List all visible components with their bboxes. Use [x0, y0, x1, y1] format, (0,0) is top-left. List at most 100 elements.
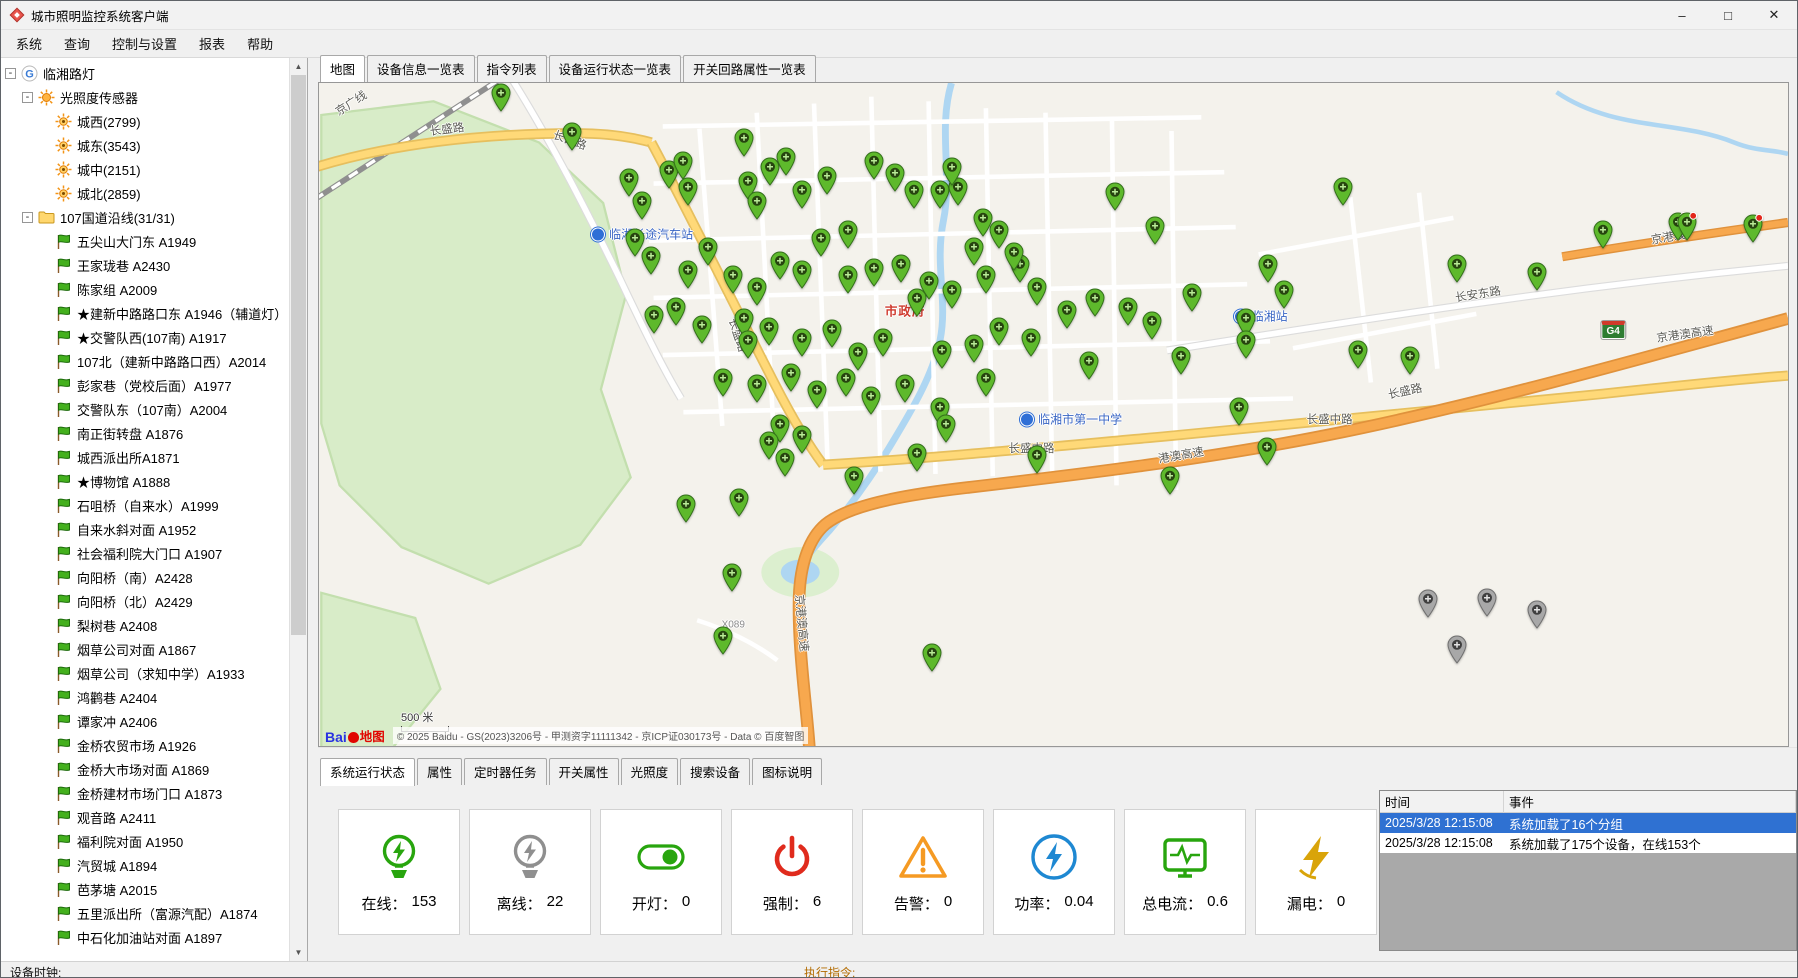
tree-item[interactable]: 烟草公司（求知中学）A1933 — [1, 661, 289, 685]
tree-item[interactable]: 谭家冲 A2406 — [1, 709, 289, 733]
bottom-tab[interactable]: 开关属性 — [549, 758, 619, 785]
tree-item[interactable]: 五里派出所（富源汽配）A1874 — [1, 901, 289, 925]
log-column-header[interactable]: 时间 — [1380, 790, 1504, 813]
map-pin-offline-icon[interactable] — [1418, 589, 1438, 618]
tree-item[interactable]: 城中(2151) — [1, 157, 289, 181]
map-pin-online-icon[interactable] — [747, 277, 767, 306]
tree-item[interactable]: 向阳桥（北）A2429 — [1, 589, 289, 613]
map-pin-online-icon[interactable] — [1274, 280, 1294, 309]
map-pin-online-icon[interactable] — [942, 280, 962, 309]
map-pin-online-icon[interactable] — [864, 151, 884, 180]
bottom-tab[interactable]: 定时器任务 — [464, 758, 547, 785]
map-pin-online-icon[interactable] — [713, 368, 733, 397]
map-pin-online-icon[interactable] — [807, 380, 827, 409]
map-pin-online-icon[interactable] — [1027, 277, 1047, 306]
status-card[interactable]: 离线：22 — [469, 809, 591, 935]
menu-item[interactable]: 控制与设置 — [101, 30, 188, 57]
map-pin-online-icon[interactable] — [632, 191, 652, 220]
map-tab[interactable]: 指令列表 — [477, 55, 547, 82]
map-pin-online-icon[interactable] — [1257, 437, 1277, 466]
map-pin-online-icon[interactable] — [692, 315, 712, 344]
tree-expander-icon[interactable]: - — [5, 68, 16, 79]
tree-item[interactable]: 金桥大市场对面 A1869 — [1, 757, 289, 781]
status-card[interactable]: 漏电：0 — [1255, 809, 1377, 935]
map-pin-online-icon[interactable] — [678, 177, 698, 206]
map-pin-online-icon[interactable] — [1400, 346, 1420, 375]
map-pin-online-icon[interactable] — [976, 368, 996, 397]
map-pin-online-icon[interactable] — [838, 220, 858, 249]
map-pin-online-icon[interactable] — [673, 151, 693, 180]
tree-item[interactable]: 中石化加油站对面 A1897 — [1, 925, 289, 949]
map-pin-online-icon[interactable] — [838, 265, 858, 294]
map-pin-online-icon[interactable] — [1105, 182, 1125, 211]
map-pin-online-icon[interactable] — [932, 340, 952, 369]
tree-item[interactable]: ★交警队西(107南) A1917 — [1, 325, 289, 349]
map-pin-online-icon[interactable] — [964, 334, 984, 363]
map-pin-online-icon[interactable] — [641, 246, 661, 275]
status-card[interactable]: 总电流：0.6 — [1124, 809, 1246, 935]
scroll-thumb[interactable] — [291, 75, 306, 635]
map-tab[interactable]: 设备运行状态一览表 — [549, 55, 682, 82]
status-card[interactable]: 在线：153 — [338, 809, 460, 935]
tree-item[interactable]: 石咀桥（自来水）A1999 — [1, 493, 289, 517]
map-pin-online-icon[interactable] — [723, 265, 743, 294]
close-button[interactable]: ✕ — [1751, 1, 1797, 29]
tree-item[interactable]: 城东(3543) — [1, 133, 289, 157]
minimize-button[interactable]: – — [1659, 1, 1705, 29]
log-column-header[interactable]: 事件 — [1504, 790, 1796, 813]
tree-item[interactable]: 观音路 A2411 — [1, 805, 289, 829]
map-pin-online-icon[interactable] — [1004, 242, 1024, 271]
tree-item[interactable]: 汽贸城 A1894 — [1, 853, 289, 877]
map-pin-online-icon[interactable] — [861, 386, 881, 415]
map-pin-online-icon[interactable] — [864, 258, 884, 287]
map-pin-online-icon[interactable] — [817, 166, 837, 195]
map-pin-online-icon[interactable] — [989, 317, 1009, 346]
map-pin-online-icon[interactable] — [822, 319, 842, 348]
tree-scrollbar[interactable]: ▲ ▼ — [289, 58, 307, 961]
map-tab[interactable]: 设备信息一览表 — [367, 55, 475, 82]
map-pin-online-icon[interactable] — [792, 260, 812, 289]
baidu-logo[interactable]: Bai 地图 — [325, 730, 385, 744]
menu-item[interactable]: 帮助 — [236, 30, 284, 57]
tree-item[interactable]: 自来水斜对面 A1952 — [1, 517, 289, 541]
tree-item[interactable]: 梨树巷 A2408 — [1, 613, 289, 637]
bottom-tab[interactable]: 光照度 — [621, 758, 679, 785]
map-pin-online-icon[interactable] — [1079, 351, 1099, 380]
map-pin-online-icon[interactable] — [976, 265, 996, 294]
tree-item[interactable]: 五尖山大门东 A1949 — [1, 229, 289, 253]
menu-item[interactable]: 查询 — [53, 30, 101, 57]
map-pin-online-icon[interactable] — [1057, 300, 1077, 329]
tree-item[interactable]: 金桥建材市场门口 A1873 — [1, 781, 289, 805]
map-canvas[interactable]: 京广线长盛路长白路临湘长途汽车站市政府长盛路临湘站长安东路京港线G4京港澳高速临… — [318, 82, 1789, 747]
map-pin-online-icon[interactable] — [1236, 330, 1256, 359]
maximize-button[interactable]: □ — [1705, 1, 1751, 29]
map-pin-online-icon[interactable] — [1021, 328, 1041, 357]
tree-item[interactable]: 南正街转盘 A1876 — [1, 421, 289, 445]
map-pin-online-icon[interactable] — [1333, 177, 1353, 206]
map-pin-online-icon[interactable] — [775, 448, 795, 477]
map-pin-online-icon[interactable] — [964, 237, 984, 266]
map-pin-online-icon[interactable] — [747, 374, 767, 403]
tree-item[interactable]: 鸿鹳巷 A2404 — [1, 685, 289, 709]
map-pin-online-icon[interactable] — [776, 147, 796, 176]
tree-item[interactable]: 向阳桥（南）A2428 — [1, 565, 289, 589]
tree-item[interactable]: ★建新中路路口东 A1946（辅道灯） — [1, 301, 289, 325]
tree-item[interactable]: ★博物馆 A1888 — [1, 469, 289, 493]
tree-item[interactable]: 福利院对面 A1950 — [1, 829, 289, 853]
map-pin-online-icon[interactable] — [885, 163, 905, 192]
map-pin-online-icon[interactable] — [922, 643, 942, 672]
map-pin-online-icon[interactable] — [713, 626, 733, 655]
tree-item[interactable]: -107国道沿线(31/31) — [1, 205, 289, 229]
bottom-tab[interactable]: 搜索设备 — [680, 758, 750, 785]
map-pin-online-icon[interactable] — [792, 425, 812, 454]
status-card[interactable]: 开灯：0 — [600, 809, 722, 935]
map-pin-alarm-icon[interactable] — [1743, 214, 1763, 243]
status-card[interactable]: 告警：0 — [862, 809, 984, 935]
scroll-down-icon[interactable]: ▼ — [290, 944, 307, 961]
log-row[interactable]: 2025/3/28 12:15:08系统加载了16个分组 — [1380, 813, 1796, 833]
map-tab[interactable]: 地图 — [320, 55, 365, 83]
log-row[interactable]: 2025/3/28 12:15:08系统加载了175个设备，在线153个 — [1380, 833, 1796, 853]
map-pin-online-icon[interactable] — [562, 122, 582, 151]
map-pin-online-icon[interactable] — [738, 330, 758, 359]
map-pin-online-icon[interactable] — [1593, 220, 1613, 249]
